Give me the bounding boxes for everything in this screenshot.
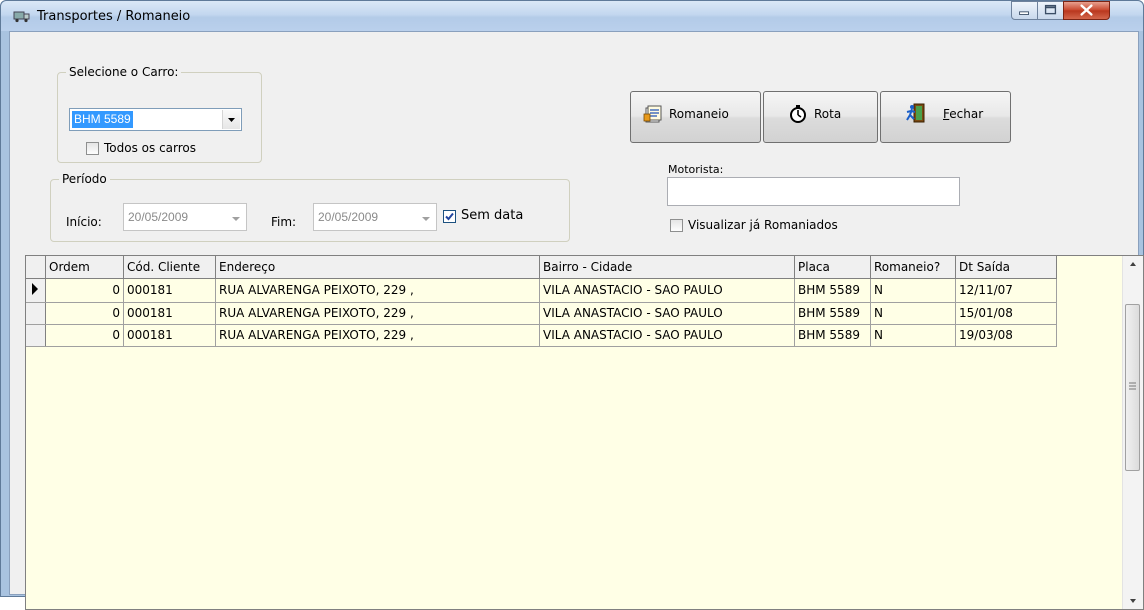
- close-button[interactable]: [1063, 1, 1110, 20]
- cell-bairro-cidade[interactable]: VILA ANASTACIO - SAO PAULO: [539, 278, 795, 303]
- cell-romaneio[interactable]: N: [870, 302, 956, 325]
- cell-ordem[interactable]: 0: [45, 278, 124, 303]
- row-indicator[interactable]: [26, 324, 46, 347]
- period-legend: Período: [62, 172, 107, 186]
- end-date-value: 20/05/2009: [318, 210, 379, 224]
- cell-cod-cliente[interactable]: 000181: [123, 278, 216, 303]
- checkmark-icon: [445, 212, 454, 221]
- sem-data-label: Sem data: [461, 208, 524, 223]
- cell-endereco[interactable]: RUA ALVARENGA PEIXOTO, 229 ,: [215, 324, 540, 347]
- table-row[interactable]: 0 000181 RUA ALVARENGA PEIXOTO, 229 , VI…: [26, 302, 1057, 325]
- cell-bairro-cidade[interactable]: VILA ANASTACIO - SAO PAULO: [539, 302, 795, 325]
- column-header-cod-cliente[interactable]: Cód. Cliente: [123, 256, 216, 279]
- chevron-down-icon: [422, 217, 430, 221]
- title-bar[interactable]: Transportes / Romaneio: [1, 1, 1143, 31]
- end-date-label: Fim:: [271, 215, 297, 229]
- minimize-icon: [1019, 11, 1029, 15]
- table-row[interactable]: 0 000181 RUA ALVARENGA PEIXOTO, 229 , VI…: [26, 278, 1057, 303]
- visualizar-romaniados-checkbox[interactable]: [670, 219, 683, 232]
- motorista-field[interactable]: [667, 177, 960, 206]
- cell-ordem[interactable]: 0: [45, 324, 124, 347]
- rota-button[interactable]: Rota: [763, 91, 878, 143]
- scroll-down-button[interactable]: [1123, 592, 1143, 609]
- cell-dt-saida[interactable]: 15/01/08: [955, 302, 1057, 325]
- column-header-placa[interactable]: Placa: [794, 256, 871, 279]
- window-title: Transportes / Romaneio: [37, 9, 191, 24]
- visualizar-romaniados-label: Visualizar já Romaniados: [688, 218, 838, 232]
- cell-cod-cliente[interactable]: 000181: [123, 324, 216, 347]
- row-indicator[interactable]: [26, 278, 46, 303]
- fechar-button-label: Fechar: [943, 107, 984, 121]
- car-select[interactable]: BHM 5589: [69, 108, 242, 131]
- romaneio-button-label: Romaneio: [669, 107, 729, 121]
- end-date-picker[interactable]: 20/05/2009: [313, 203, 437, 231]
- maximize-icon: [1044, 4, 1057, 15]
- stopwatch-icon: [790, 105, 806, 123]
- dropdown-button[interactable]: [222, 110, 240, 129]
- end-date-dropdown[interactable]: [418, 205, 435, 229]
- rota-button-label: Rota: [814, 107, 842, 121]
- chevron-down-icon: [232, 217, 240, 221]
- row-indicator[interactable]: [26, 302, 46, 325]
- grid-header-row: Ordem Cód. Cliente Endereço Bairro - Cid…: [26, 256, 1057, 279]
- start-date-value: 20/05/2009: [128, 210, 189, 224]
- column-header-dt-saida[interactable]: Dt Saída: [955, 256, 1057, 279]
- scroll-up-button[interactable]: [1123, 256, 1143, 273]
- main-window: Transportes / Romaneio Selecione o Carro…: [0, 0, 1144, 610]
- arrow-up-icon: [1130, 262, 1136, 266]
- cell-endereco[interactable]: RUA ALVARENGA PEIXOTO, 229 ,: [215, 278, 540, 303]
- romaneio-grid[interactable]: Ordem Cód. Cliente Endereço Bairro - Cid…: [25, 255, 1144, 610]
- arrow-down-icon: [1130, 599, 1136, 603]
- todos-carros-label: Todos os carros: [104, 141, 197, 155]
- close-icon: [1080, 4, 1093, 16]
- cell-placa[interactable]: BHM 5589: [794, 302, 871, 325]
- cell-romaneio[interactable]: N: [870, 278, 956, 303]
- report-icon: [643, 105, 662, 123]
- vertical-scrollbar[interactable]: [1122, 256, 1143, 609]
- start-date-dropdown[interactable]: [228, 205, 245, 229]
- romaneio-button[interactable]: Romaneio: [630, 91, 761, 143]
- fechar-button[interactable]: Fechar: [880, 91, 1011, 143]
- cell-romaneio[interactable]: N: [870, 324, 956, 347]
- scroll-thumb[interactable]: [1125, 304, 1140, 471]
- maximize-button[interactable]: [1037, 1, 1064, 20]
- car-selection-legend: Selecione o Carro:: [69, 65, 179, 79]
- cell-bairro-cidade[interactable]: VILA ANASTACIO - SAO PAULO: [539, 324, 795, 347]
- column-header-romaneio[interactable]: Romaneio?: [870, 256, 956, 279]
- column-header-endereco[interactable]: Endereço: [215, 256, 540, 279]
- minimize-button[interactable]: [1011, 1, 1038, 20]
- cell-dt-saida[interactable]: 19/03/08: [955, 324, 1057, 347]
- table-row[interactable]: 0 000181 RUA ALVARENGA PEIXOTO, 229 , VI…: [26, 324, 1057, 347]
- column-header-ordem[interactable]: Ordem: [45, 256, 124, 279]
- grid-table: Ordem Cód. Cliente Endereço Bairro - Cid…: [26, 256, 1057, 347]
- truck-icon: [13, 11, 30, 23]
- cell-dt-saida[interactable]: 12/11/07: [955, 278, 1057, 303]
- sem-data-checkbox[interactable]: [443, 210, 456, 223]
- cell-endereco[interactable]: RUA ALVARENGA PEIXOTO, 229 ,: [215, 302, 540, 325]
- current-row-arrow-icon: [32, 282, 38, 295]
- start-date-label: Início:: [66, 215, 102, 229]
- cell-ordem[interactable]: 0: [45, 302, 124, 325]
- motorista-label: Motorista:: [668, 163, 724, 176]
- cell-placa[interactable]: BHM 5589: [794, 324, 871, 347]
- grid-corner-cell: [26, 256, 46, 279]
- grip-icon: [1129, 382, 1136, 390]
- todos-carros-checkbox[interactable]: [86, 142, 99, 155]
- exit-door-icon: [906, 103, 925, 123]
- column-header-bairro-cidade[interactable]: Bairro - Cidade: [539, 256, 795, 279]
- car-select-value: BHM 5589: [72, 111, 133, 128]
- cell-cod-cliente[interactable]: 000181: [123, 302, 216, 325]
- cell-placa[interactable]: BHM 5589: [794, 278, 871, 303]
- start-date-picker[interactable]: 20/05/2009: [123, 203, 247, 231]
- chevron-down-icon: [228, 118, 235, 122]
